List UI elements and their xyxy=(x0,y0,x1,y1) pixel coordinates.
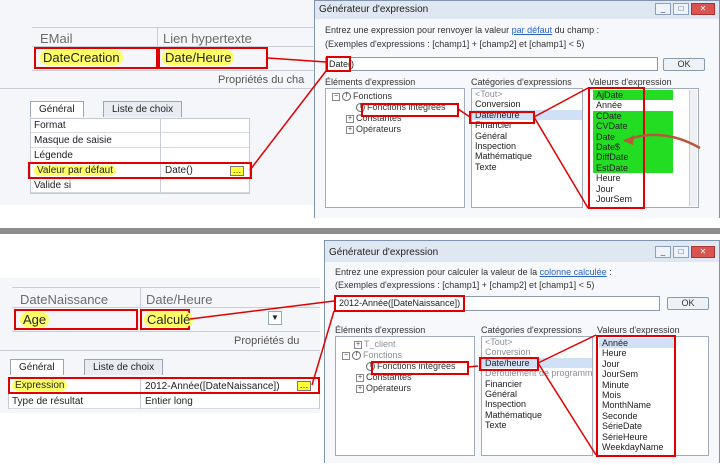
connector-lines xyxy=(189,57,701,456)
pointer-arrow xyxy=(623,133,701,150)
